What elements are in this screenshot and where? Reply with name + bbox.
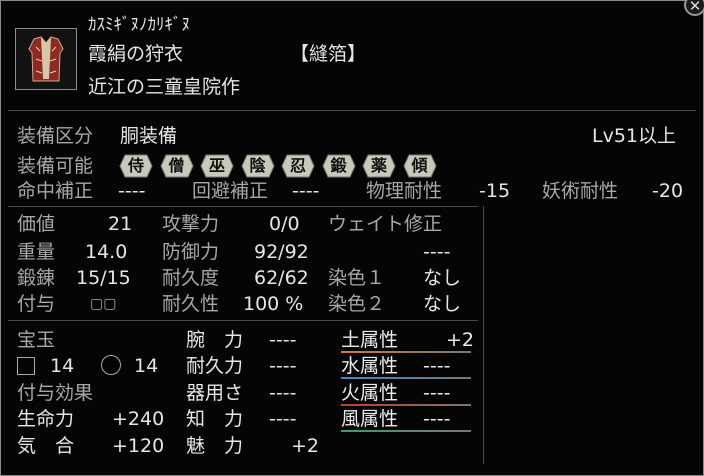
attack-label: 攻撃力 [162, 213, 220, 235]
class-badge-label: 侍 [127, 156, 144, 175]
item-maker: 近江の三童皇院作 [88, 76, 241, 98]
durability-rate-label: 耐久性 [162, 293, 220, 315]
hp-label: 生命力 [17, 408, 75, 430]
divider [8, 320, 478, 321]
evade-value: ---- [292, 180, 320, 202]
wind-attr-line [341, 430, 471, 432]
earth-attr-value: +2 [446, 329, 475, 351]
wind-attr-value: ---- [423, 408, 451, 430]
dye2-value: なし [423, 293, 462, 315]
class-badge: 傾 [402, 154, 437, 178]
weight-value: 14.0 [85, 241, 128, 263]
item-reading: ｶｽﾐｷﾞﾇﾉｶﾘｷﾞﾇ [88, 15, 190, 35]
robe-armor-icon [15, 28, 77, 90]
wind-attr-label: 風属性 [341, 408, 399, 430]
fire-attr-label: 火属性 [341, 382, 399, 404]
divider [8, 110, 696, 111]
int-label: 知 力 [186, 408, 244, 430]
effects-label: 付与効果 [17, 382, 94, 404]
phys-resist-value: -15 [479, 180, 511, 202]
magic-resist-label: 妖術耐性 [542, 180, 619, 202]
durability-value: 62/62 [254, 267, 309, 289]
class-badge-label: 傾 [411, 156, 428, 175]
hit-label: 命中補正 [17, 180, 94, 202]
defense-label: 防御力 [162, 241, 220, 263]
earth-attr-line [341, 351, 471, 353]
arm-label: 腕 力 [186, 329, 244, 351]
water-attr-label: 水属性 [341, 355, 399, 377]
class-badge-label: 忍 [289, 156, 306, 175]
item-category-tag: 【縫箔】 [290, 43, 367, 65]
circle-gem-icon [101, 355, 121, 375]
weight-mod-label: ウェイト修正 [328, 213, 443, 235]
charm-value: +2 [291, 435, 320, 457]
circle-gem-count: 14 [134, 355, 159, 377]
value-label: 価値 [17, 213, 56, 235]
fire-attr-value: ---- [423, 382, 451, 404]
forge-value: 15/15 [76, 267, 131, 289]
water-attr-value: ---- [423, 355, 451, 377]
slot-value: 胴装備 [120, 125, 178, 147]
close-icon: ✕ [688, 0, 702, 15]
dye1-value: なし [423, 267, 462, 289]
weight-mod-value: ---- [423, 241, 451, 263]
item-name: 霞絹の狩衣 [88, 43, 184, 65]
class-badge: 忍 [281, 154, 315, 178]
divider [483, 206, 484, 464]
slot-label: 装備区分 [17, 125, 94, 147]
grant-label: 付与 [17, 293, 56, 315]
phys-resist-label: 物理耐性 [366, 180, 443, 202]
class-badge-label: 薬 [370, 156, 387, 175]
square-gem-icon [17, 357, 35, 375]
class-badge: 薬 [362, 154, 396, 178]
divider [8, 206, 478, 207]
fire-attr-line [341, 404, 471, 406]
square-gem-count: 14 [50, 355, 75, 377]
ki-value: +120 [112, 435, 165, 457]
grant-slots: ▢▢ [90, 296, 117, 312]
class-badge: 陰 [240, 154, 275, 178]
class-badge-label: 僧 [168, 156, 185, 175]
defense-value: 92/92 [254, 241, 309, 263]
dye1-label: 染色１ [328, 267, 386, 289]
endurance-label: 耐久力 [186, 355, 244, 377]
class-badge: 巫 [200, 154, 234, 178]
forge-label: 鍛錬 [17, 267, 56, 289]
level-requirement: Lv51以上 [592, 125, 677, 147]
charm-label: 魅 力 [186, 435, 244, 457]
class-badge-label: 陰 [249, 156, 266, 175]
dex-label: 器用さ [186, 382, 244, 404]
dye2-label: 染色２ [328, 293, 386, 315]
attack-value: 0/0 [269, 213, 300, 235]
gems-label: 宝玉 [17, 329, 56, 351]
class-badge: 鍛 [321, 154, 356, 178]
durability-rate-value: 100 % [243, 293, 304, 315]
class-badge: 侍 [119, 154, 153, 178]
classes-label: 装備可能 [17, 155, 94, 177]
value-number: 21 [108, 213, 133, 235]
hit-value: ---- [118, 180, 146, 202]
water-attr-line [341, 377, 471, 379]
endurance-value: ---- [269, 355, 297, 377]
evade-label: 回避補正 [192, 180, 269, 202]
hp-value: +240 [112, 408, 165, 430]
class-badge-label: 巫 [208, 156, 225, 175]
dex-value: ---- [269, 382, 297, 404]
int-value: ---- [269, 408, 297, 430]
ki-label: 気 合 [17, 435, 75, 457]
class-badge-label: 鍛 [330, 156, 347, 175]
weight-label: 重量 [17, 241, 56, 263]
durability-label: 耐久度 [162, 267, 220, 289]
arm-value: ---- [269, 329, 297, 351]
magic-resist-value: -20 [652, 180, 684, 202]
class-badge: 僧 [159, 154, 194, 178]
earth-attr-label: 土属性 [341, 329, 399, 351]
